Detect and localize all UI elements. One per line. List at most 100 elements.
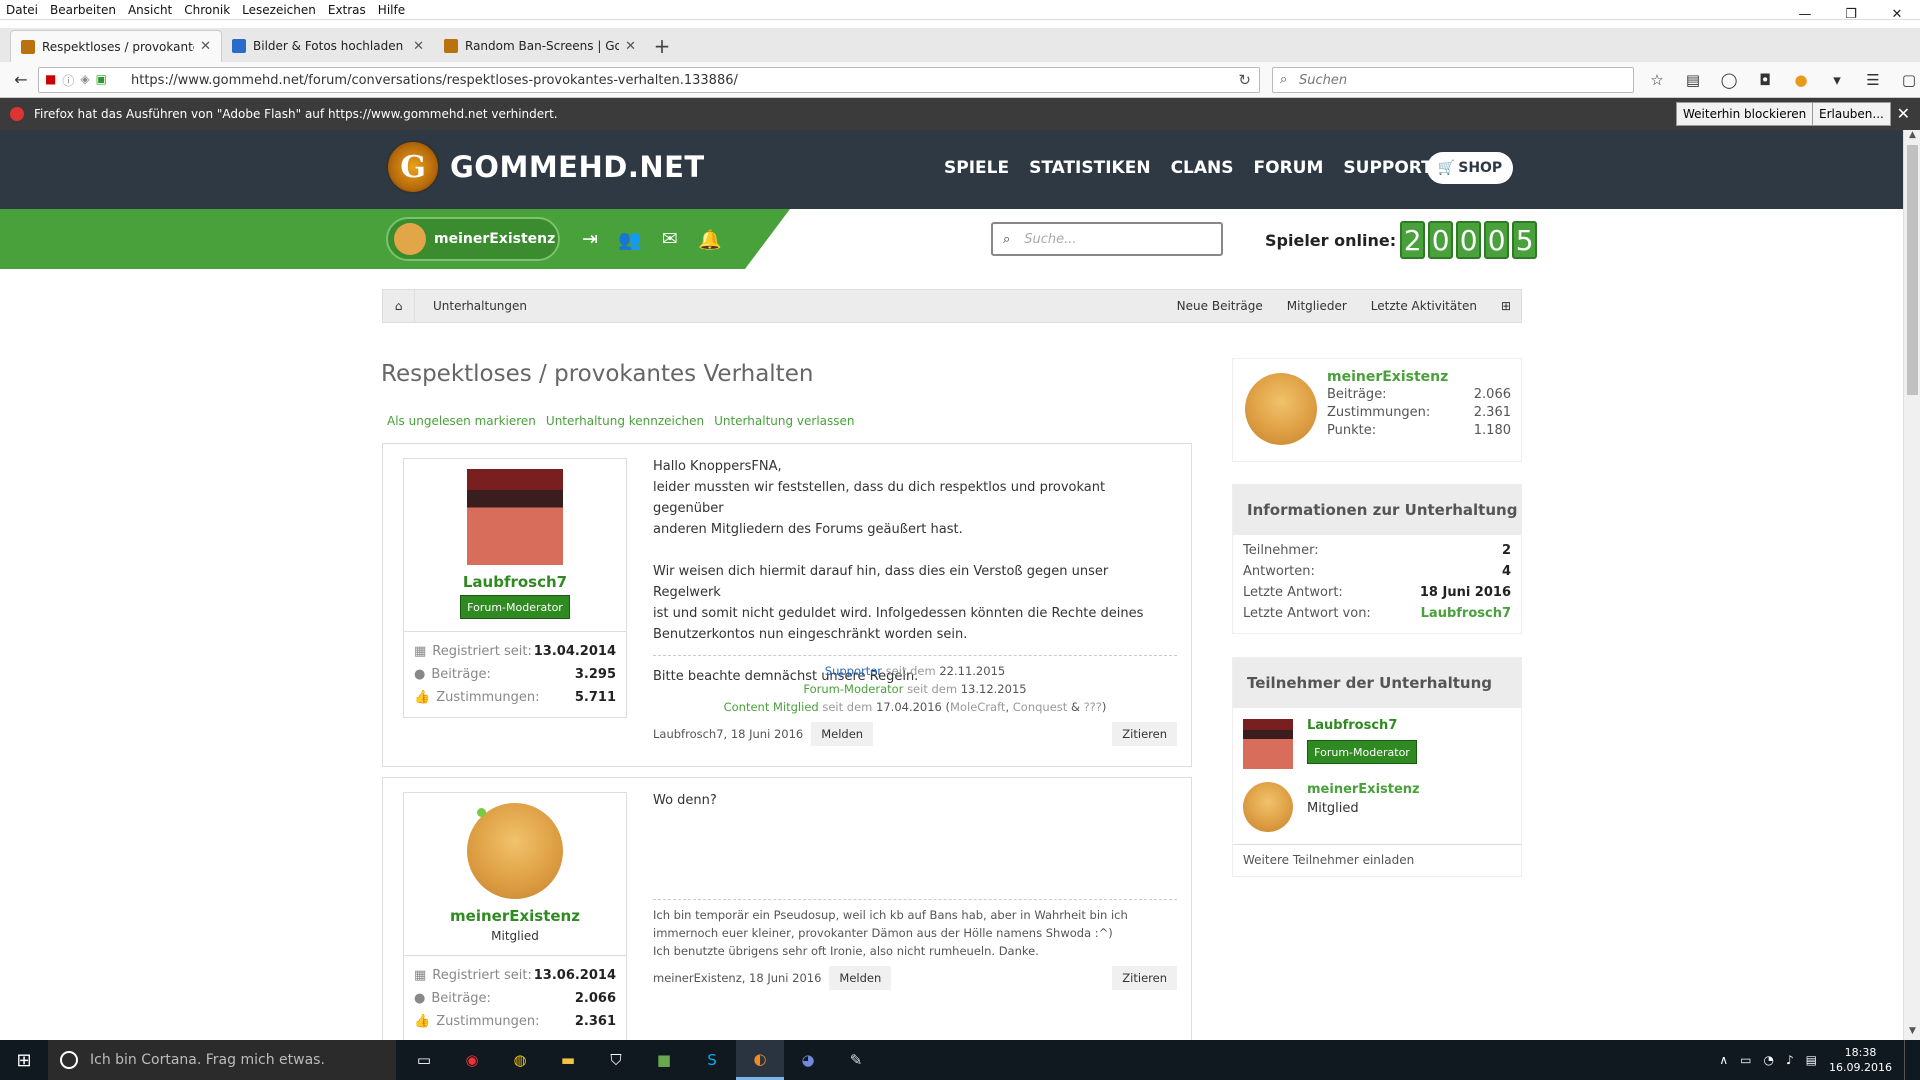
- cortana-search[interactable]: Ich bin Cortana. Frag mich etwas.: [48, 1040, 396, 1080]
- menu-datei[interactable]: Datei: [6, 3, 38, 17]
- action-center-icon[interactable]: ▤: [1806, 1053, 1817, 1067]
- back-arrow-icon[interactable]: ←: [8, 67, 34, 93]
- clock[interactable]: 18:38 16.09.2016: [1829, 1045, 1892, 1075]
- reload-icon[interactable]: ↻: [1238, 71, 1251, 89]
- dropdown-icon[interactable]: ▾: [1825, 68, 1849, 92]
- leave-conversation-link[interactable]: Unterhaltung verlassen: [714, 414, 854, 428]
- nav-clans[interactable]: CLANS: [1171, 158, 1234, 178]
- report-button[interactable]: Melden: [811, 722, 874, 746]
- mark-unread-link[interactable]: Als ungelesen markieren: [387, 414, 536, 428]
- file-explorer-icon[interactable]: ▬: [544, 1040, 592, 1080]
- home-icon[interactable]: ⌂: [383, 289, 415, 323]
- nav-forum[interactable]: FORUM: [1254, 158, 1324, 178]
- task-view-icon[interactable]: ▭: [400, 1040, 448, 1080]
- user-account-pill[interactable]: meinerExistenz: [386, 217, 560, 261]
- link-mitglieder[interactable]: Mitglieder: [1287, 299, 1347, 313]
- profile-avatar[interactable]: [1245, 373, 1317, 445]
- report-button[interactable]: Melden: [829, 966, 892, 990]
- network-icon[interactable]: ◔: [1764, 1053, 1774, 1067]
- tab-random-ban-screens[interactable]: Random Ban-Screens | Go... ✕: [434, 30, 646, 62]
- url-bar[interactable]: ■ ⓘ ◈ ▣ https://www.gommehd.net/forum/co…: [38, 67, 1260, 93]
- reading-list-icon[interactable]: ▤: [1681, 68, 1705, 92]
- nav-spiele[interactable]: SPIELE: [944, 158, 1009, 178]
- skype-icon[interactable]: S: [688, 1040, 736, 1080]
- tray-expand-icon[interactable]: ∧: [1719, 1053, 1728, 1067]
- new-tab-button[interactable]: +: [646, 30, 678, 62]
- volume-icon[interactable]: ♪: [1786, 1053, 1794, 1067]
- user-avatar[interactable]: [467, 803, 563, 899]
- user-avatar[interactable]: [467, 469, 563, 565]
- scrollbar-thumb[interactable]: [1907, 145, 1918, 395]
- quote-button[interactable]: Zitieren: [1112, 722, 1177, 746]
- maximize-icon[interactable]: ❐: [1828, 0, 1874, 28]
- minecraft-icon[interactable]: ■: [640, 1040, 688, 1080]
- participant-name[interactable]: meinerExistenz: [1307, 782, 1420, 797]
- link-neue-beitraege[interactable]: Neue Beiträge: [1177, 299, 1263, 313]
- lock-icon[interactable]: ▣: [96, 72, 107, 89]
- chat-bubble-icon[interactable]: ◯: [1717, 68, 1741, 92]
- participant-avatar[interactable]: [1243, 782, 1293, 832]
- camera-app-icon[interactable]: ◉: [448, 1040, 496, 1080]
- show-desktop-icon[interactable]: [1904, 1040, 1908, 1080]
- tab-close-icon[interactable]: ✕: [200, 39, 211, 54]
- sitemap-icon[interactable]: ⊞: [1501, 299, 1511, 313]
- site-logo[interactable]: G GOMMEHD.NET: [386, 140, 705, 194]
- menu-ansicht[interactable]: Ansicht: [128, 3, 172, 17]
- chrome-icon[interactable]: ◍: [496, 1040, 544, 1080]
- flag-conversation-link[interactable]: Unterhaltung kennzeichen: [546, 414, 704, 428]
- menu-hilfe[interactable]: Hilfe: [378, 3, 405, 17]
- browser-search-bar[interactable]: ⌕ Suchen: [1272, 67, 1634, 93]
- window-icon[interactable]: ▢: [1897, 68, 1920, 92]
- hamburger-menu-icon[interactable]: ☰: [1861, 68, 1885, 92]
- envelope-icon[interactable]: ✉: [658, 227, 682, 251]
- post-meta[interactable]: Laubfrosch7, 18 Juni 2016: [653, 727, 803, 741]
- minimize-icon[interactable]: —: [1782, 0, 1828, 28]
- discord-icon[interactable]: ◕: [784, 1040, 832, 1080]
- firefox-icon[interactable]: ◐: [736, 1040, 784, 1080]
- quote-button[interactable]: Zitieren: [1112, 966, 1177, 990]
- tab-respektloses[interactable]: Respektloses / provokante... ✕: [10, 30, 222, 62]
- participant-avatar[interactable]: [1243, 719, 1293, 769]
- members-icon[interactable]: 👥: [618, 227, 642, 251]
- site-search-input[interactable]: ⌕ Suche...: [991, 222, 1223, 256]
- scroll-up-icon[interactable]: ▲: [1904, 130, 1920, 144]
- paint-icon[interactable]: ✎: [832, 1040, 880, 1080]
- nav-support[interactable]: SUPPORT: [1343, 158, 1432, 178]
- scroll-down-icon[interactable]: ▼: [1904, 1026, 1920, 1040]
- notification-close-icon[interactable]: ✕: [1897, 104, 1910, 123]
- tab-close-icon[interactable]: ✕: [413, 39, 424, 54]
- allow-button[interactable]: Erlauben...: [1812, 102, 1891, 126]
- url-text[interactable]: https://www.gommehd.net/forum/conversati…: [131, 73, 738, 88]
- nav-statistiken[interactable]: STATISTIKEN: [1029, 158, 1150, 178]
- info-icon[interactable]: ⓘ: [62, 72, 74, 89]
- keep-blocking-button[interactable]: Weiterhin blockieren: [1676, 102, 1814, 126]
- post-meta[interactable]: meinerExistenz, 18 Juni 2016: [653, 971, 821, 985]
- post-username[interactable]: Laubfrosch7: [404, 573, 626, 591]
- extension-icon[interactable]: ●: [1789, 68, 1813, 92]
- profile-name[interactable]: meinerExistenz: [1327, 369, 1511, 385]
- shop-button[interactable]: 🛒 SHOP: [1427, 152, 1513, 184]
- link-letzte-aktivitaeten[interactable]: Letzte Aktivitäten: [1371, 299, 1477, 313]
- logout-icon[interactable]: ⇥: [578, 227, 602, 251]
- bell-icon[interactable]: 🔔: [698, 227, 722, 251]
- last-reply-user-link[interactable]: Laubfrosch7: [1421, 606, 1511, 621]
- shield-icon[interactable]: ◈: [80, 72, 89, 89]
- page-scrollbar[interactable]: ▲ ▼: [1903, 130, 1920, 1040]
- menu-lesezeichen[interactable]: Lesezeichen: [242, 3, 316, 17]
- tab-close-icon[interactable]: ✕: [625, 39, 636, 54]
- tab-bilder-hochladen[interactable]: Bilder & Fotos hochladen ✕: [222, 30, 434, 62]
- store-icon[interactable]: ⛉: [592, 1040, 640, 1080]
- breadcrumb-unterhaltungen[interactable]: Unterhaltungen: [415, 299, 545, 313]
- battery-icon[interactable]: ▭: [1740, 1053, 1751, 1067]
- close-window-icon[interactable]: ✕: [1874, 0, 1920, 28]
- windows-start-icon[interactable]: ⊞: [0, 1040, 48, 1080]
- participant-name[interactable]: Laubfrosch7: [1307, 718, 1397, 733]
- menu-extras[interactable]: Extras: [328, 3, 366, 17]
- menu-chronik[interactable]: Chronik: [184, 3, 230, 17]
- post-username[interactable]: meinerExistenz: [404, 907, 626, 925]
- flash-blocked-icon[interactable]: ■: [45, 72, 56, 89]
- menu-bearbeiten[interactable]: Bearbeiten: [50, 3, 116, 17]
- invite-participants-link[interactable]: Weitere Teilnehmer einladen: [1233, 844, 1521, 875]
- bookmark-star-icon[interactable]: ☆: [1645, 68, 1669, 92]
- pocket-icon[interactable]: ◘: [1753, 68, 1777, 92]
